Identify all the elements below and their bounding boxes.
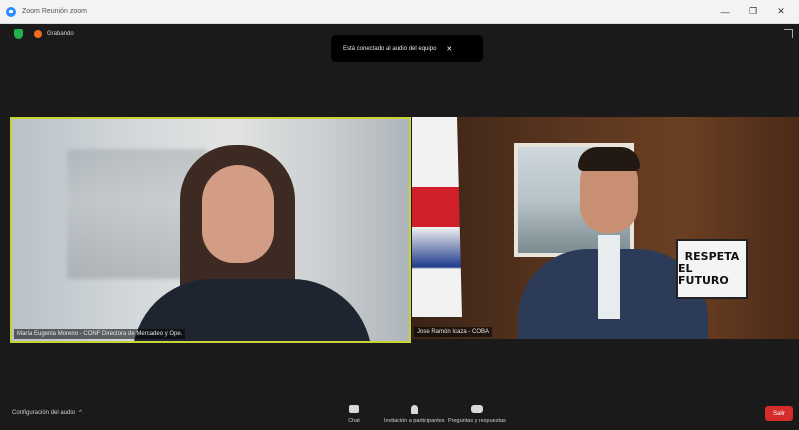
participant-video-1[interactable]: María Eugenia Moreno - CONF Directora de… bbox=[10, 117, 411, 343]
reactions-icon bbox=[470, 405, 483, 413]
qa-label: Preguntas y respuestas bbox=[448, 418, 506, 424]
zoom-logo-icon bbox=[6, 6, 16, 17]
fullscreen-icon[interactable] bbox=[784, 29, 793, 38]
invite-label: Invitación a participantes bbox=[384, 418, 445, 424]
participant-shirt bbox=[598, 235, 620, 319]
respeta-el-futuro-sign: RESPETA EL FUTURO bbox=[676, 239, 748, 299]
maximize-button[interactable]: ❐ bbox=[739, 0, 767, 23]
invite-icon bbox=[410, 404, 418, 414]
chat-label: Chat bbox=[348, 418, 360, 424]
recording-dot-icon bbox=[34, 30, 42, 38]
toast-close-icon[interactable]: ✕ bbox=[446, 45, 452, 53]
toast-text: Está conectado al audio del equipo bbox=[343, 45, 437, 52]
close-button[interactable]: ✕ bbox=[767, 0, 795, 23]
minimize-button[interactable]: — bbox=[711, 0, 739, 23]
meeting-toolbar: Configuración del audio ^ Chat Invitació… bbox=[8, 394, 799, 430]
caret-up-icon[interactable]: ^ bbox=[79, 410, 82, 416]
audio-connected-toast: Está conectado al audio del equipo ✕ bbox=[331, 35, 483, 62]
recording-label: Grabando bbox=[47, 31, 74, 37]
chat-button[interactable]: Chat bbox=[348, 404, 360, 424]
chat-icon bbox=[349, 405, 359, 413]
invite-button[interactable]: Invitación a participantes bbox=[384, 404, 445, 424]
participant-name-label: María Eugenia Moreno - CONF Directora de… bbox=[14, 329, 186, 339]
window-titlebar: Zoom Reunión zoom — ❐ ✕ bbox=[0, 0, 799, 24]
security-shield-icon[interactable] bbox=[14, 29, 23, 39]
window-title: Zoom Reunión zoom bbox=[22, 8, 87, 15]
participant-video-2[interactable]: RESPETA EL FUTURO Jose Ramón Icaza - COB… bbox=[412, 117, 799, 339]
participant-hair bbox=[578, 147, 640, 171]
participant-name-label: Jose Ramón Icaza - COBA bbox=[414, 327, 493, 337]
leave-button[interactable]: Salir bbox=[765, 406, 793, 421]
qa-button[interactable]: Preguntas y respuestas bbox=[448, 404, 506, 424]
sign-line-2: EL FUTURO bbox=[678, 262, 729, 287]
window-controls: — ❐ ✕ bbox=[711, 0, 795, 23]
participant-face bbox=[202, 165, 274, 263]
panama-flag bbox=[412, 117, 462, 317]
sign-line-1: RESPETA bbox=[684, 250, 740, 263]
audio-settings-label: Configuración del audio bbox=[12, 410, 76, 416]
meeting-area: Grabando Está conectado al audio del equ… bbox=[8, 24, 799, 430]
audio-settings-button[interactable]: Configuración del audio ^ bbox=[12, 410, 82, 416]
